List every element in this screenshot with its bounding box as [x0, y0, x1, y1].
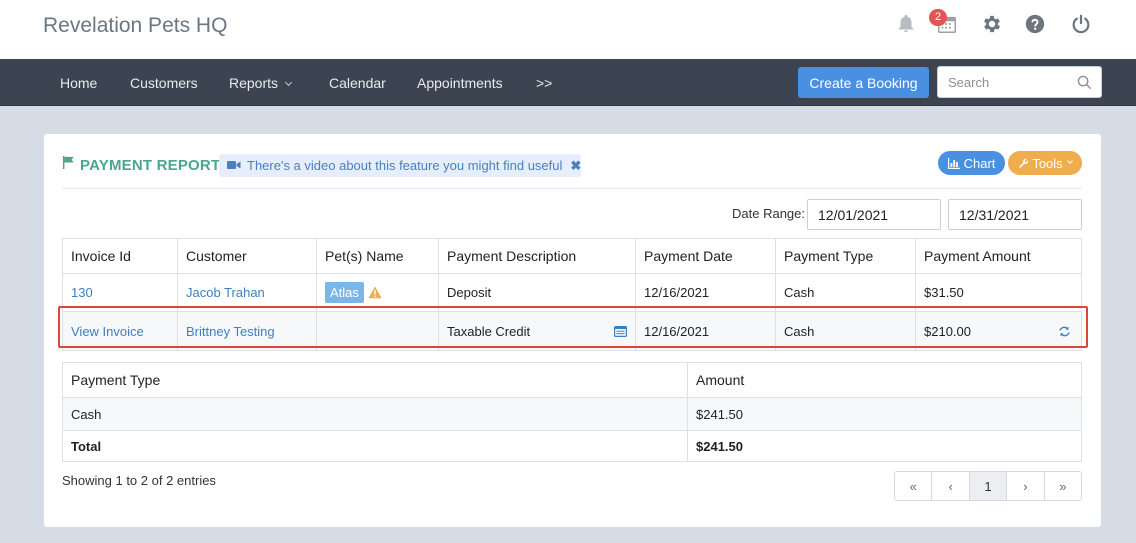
payments-table: Invoice Id Customer Pet(s) Name Payment … — [62, 238, 1082, 351]
table-row: View Invoice Brittney Testing Taxable Cr… — [63, 311, 1081, 350]
nav-home[interactable]: Home — [60, 75, 97, 91]
date-cell: 12/16/2021 — [635, 312, 775, 350]
amount-cell: $210.00 — [915, 312, 1081, 350]
summary-total-label: Total — [71, 439, 102, 454]
summary-row: Cash $241.50 — [63, 397, 1081, 430]
pet-cell — [316, 312, 438, 350]
bell-icon[interactable] — [894, 12, 918, 36]
refresh-icon[interactable] — [1058, 326, 1071, 337]
pager-next-button[interactable]: › — [1006, 472, 1043, 500]
chart-button-label: Chart — [963, 155, 996, 171]
date-cell: 12/16/2021 — [635, 274, 775, 311]
search-icon[interactable] — [1077, 75, 1092, 95]
chevron-down-icon — [1066, 158, 1073, 164]
invoice-link[interactable]: 130 — [71, 285, 93, 300]
notes-icon[interactable] — [614, 325, 627, 337]
gear-icon[interactable] — [980, 12, 1004, 36]
type-cell: Cash — [775, 274, 915, 311]
type-cell: Cash — [775, 312, 915, 350]
invoice-cell: View Invoice — [63, 312, 177, 350]
top-bar: Revelation Pets HQ 2 — [0, 0, 1136, 59]
close-icon[interactable]: ✖ — [570, 158, 581, 174]
report-panel: PAYMENT REPORT There's a video about thi… — [44, 134, 1101, 527]
nav-appointments[interactable]: Appointments — [417, 75, 503, 91]
nav-reports[interactable]: Reports — [229, 75, 293, 91]
video-icon — [227, 158, 241, 173]
date-from-input[interactable] — [807, 199, 941, 230]
nav-reports-label: Reports — [229, 75, 279, 91]
date-to-input[interactable] — [948, 199, 1082, 230]
nav-more[interactable]: >> — [536, 75, 552, 91]
chevron-down-icon — [284, 78, 293, 87]
summary-total-amount: $241.50 — [687, 431, 1081, 462]
summary-total-row: Total $241.50 — [63, 430, 1081, 462]
warning-icon — [368, 286, 382, 299]
summary-table: Payment Type Amount Cash $241.50 Total $… — [62, 362, 1082, 462]
header-divider — [62, 188, 1082, 189]
nav-customers[interactable]: Customers — [130, 75, 198, 91]
column-header: Payment Type — [71, 372, 161, 388]
flag-icon — [62, 156, 75, 174]
video-banner-text: There's a video about this feature you m… — [247, 158, 563, 173]
invoice-cell: 130 — [63, 274, 177, 311]
customer-cell: Brittney Testing — [177, 312, 316, 350]
column-header[interactable]: Pet(s) Name — [316, 239, 438, 273]
table-header-row: Invoice Id Customer Pet(s) Name Payment … — [63, 239, 1081, 273]
chart-button[interactable]: Chart — [938, 151, 1005, 175]
entries-info: Showing 1 to 2 of 2 entries — [62, 473, 216, 488]
notification-badge: 2 — [929, 9, 947, 26]
report-title: PAYMENT REPORT — [80, 156, 221, 174]
help-icon[interactable] — [1023, 12, 1047, 36]
pet-badge[interactable]: Atlas — [325, 282, 364, 303]
description-text: Taxable Credit — [447, 323, 531, 339]
table-row: 130 Jacob Trahan Atlas Deposit 12/16/202… — [63, 273, 1081, 311]
tools-button-label: Tools — [1032, 155, 1063, 171]
pager-last-button[interactable]: » — [1043, 472, 1081, 500]
customer-link[interactable]: Brittney Testing — [186, 324, 275, 339]
customer-link[interactable]: Jacob Trahan — [186, 285, 265, 300]
amount-text: $210.00 — [924, 323, 971, 339]
wrench-icon — [1018, 158, 1029, 169]
pager-first-button[interactable]: « — [895, 472, 931, 500]
description-cell: Taxable Credit — [438, 312, 635, 350]
report-header: PAYMENT REPORT — [62, 156, 220, 174]
nav-calendar[interactable]: Calendar — [329, 75, 386, 91]
summary-type-cell: Cash — [71, 406, 102, 422]
description-cell: Deposit — [438, 274, 635, 311]
amount-cell: $31.50 — [915, 274, 1081, 311]
column-header[interactable]: Customer — [177, 239, 316, 273]
customer-cell: Jacob Trahan — [177, 274, 316, 311]
summary-amount-cell: $241.50 — [687, 398, 1081, 430]
bar-chart-icon — [947, 157, 960, 169]
search-input[interactable] — [938, 67, 1073, 97]
pager-prev-button[interactable]: ‹ — [931, 472, 968, 500]
create-booking-button[interactable]: Create a Booking — [798, 67, 929, 98]
app-title: Revelation Pets HQ — [43, 14, 228, 37]
column-header[interactable]: Invoice Id — [63, 239, 177, 273]
summary-header-row: Payment Type Amount — [63, 363, 1081, 397]
column-header[interactable]: Payment Description — [438, 239, 635, 273]
date-range-label: Date Range: — [732, 206, 805, 221]
column-header[interactable]: Payment Type — [775, 239, 915, 273]
search-box — [937, 66, 1102, 98]
tools-button[interactable]: Tools — [1008, 151, 1082, 175]
pet-cell: Atlas — [316, 274, 438, 311]
view-invoice-link[interactable]: View Invoice — [71, 324, 144, 339]
video-banner[interactable]: There's a video about this feature you m… — [219, 154, 581, 177]
power-icon[interactable] — [1069, 12, 1093, 36]
column-header[interactable]: Payment Date — [635, 239, 775, 273]
column-header[interactable]: Payment Amount — [915, 239, 1081, 273]
pagination: « ‹ 1 › » — [894, 471, 1082, 501]
column-header: Amount — [687, 363, 1081, 397]
pager-page-1[interactable]: 1 — [968, 472, 1007, 500]
